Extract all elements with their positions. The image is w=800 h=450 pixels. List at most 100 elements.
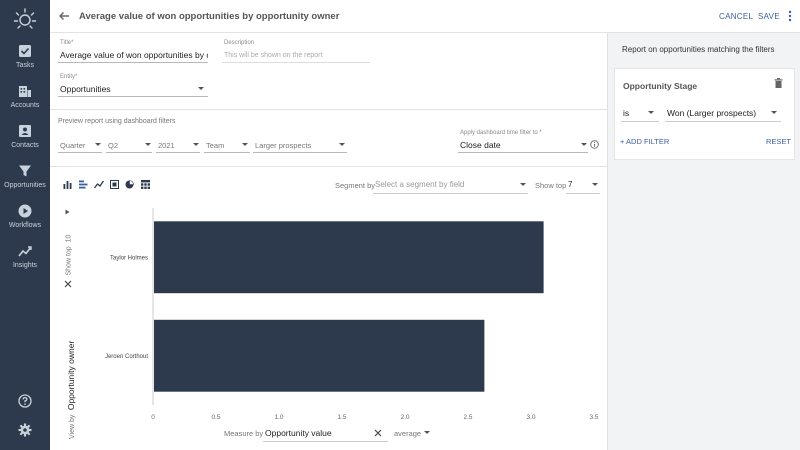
filter-card: Opportunity Stage is Won (Larger prospec…: [614, 68, 795, 160]
view-by-label: View by: [69, 414, 76, 439]
filter-icon: [19, 165, 31, 177]
sidebar-item-opportunities[interactable]: Opportunities: [0, 164, 50, 202]
chevron-down-icon[interactable]: [581, 143, 587, 146]
report-editor: Tasks Accounts Contacts Opportunities Wo…: [0, 0, 800, 450]
header-bar: Average value of won opportunities by op…: [50, 0, 800, 33]
time-filter-label: Apply dashboard time filter to *: [460, 130, 542, 136]
x-tick-label: 0: [151, 414, 155, 421]
chevron-down-icon[interactable]: [242, 143, 248, 146]
chevron-down-icon[interactable]: [592, 183, 598, 186]
sidebar-item-workflows[interactable]: Workflows: [0, 204, 50, 242]
quarter-filter[interactable]: Quarter: [60, 141, 85, 150]
description-input[interactable]: This will be shown on the report: [224, 52, 322, 59]
x-tick-label: 3.5: [589, 414, 598, 421]
show-top-label: Show top: [535, 181, 567, 190]
chevron-down-icon[interactable]: [339, 143, 345, 146]
cancel-button[interactable]: CANCEL: [719, 12, 753, 21]
section-divider: [50, 166, 607, 167]
filter-operator-select[interactable]: is: [623, 108, 629, 118]
sidebar-item-contacts[interactable]: Contacts: [0, 124, 50, 162]
preview-label: Preview report using dashboard filters: [58, 118, 176, 125]
view-by-control[interactable]: View by Opportunity owner: [61, 319, 79, 439]
view-show-top-value: 10: [65, 234, 73, 243]
reset-button[interactable]: RESET: [766, 137, 791, 146]
tasks-icon: [19, 45, 31, 57]
chevron-down-icon[interactable]: [193, 143, 199, 146]
more-options-icon[interactable]: [788, 10, 792, 22]
show-top-select[interactable]: 7: [568, 180, 572, 189]
category-label: Taylor Holmes: [110, 255, 148, 261]
grid-icon[interactable]: [141, 180, 150, 189]
sidebar-item-accounts[interactable]: Accounts: [0, 84, 50, 122]
view-show-top[interactable]: Show top 10: [66, 214, 73, 276]
x-tick-label: 1.0: [274, 414, 283, 421]
period-filter[interactable]: Q2: [108, 141, 118, 150]
filter-underline: [58, 152, 102, 153]
team-filter-type[interactable]: Team: [206, 141, 224, 150]
aggregate-select[interactable]: average: [394, 429, 421, 438]
help-icon: [18, 394, 32, 408]
x-tick-label: 0.5: [211, 414, 220, 421]
sun-logo-icon[interactable]: [13, 7, 37, 31]
chevron-down-icon[interactable]: [424, 431, 430, 434]
filter-underline: [253, 152, 347, 153]
save-button[interactable]: SAVE: [758, 12, 780, 21]
sidebar-item-label: Accounts: [10, 102, 40, 109]
page-title: Average value of won opportunities by op…: [79, 11, 340, 22]
show-top-underline: [566, 193, 600, 194]
filters-panel: Report on opportunities matching the fil…: [607, 33, 800, 450]
sidebar: Tasks Accounts Contacts Opportunities Wo…: [0, 0, 50, 450]
entity-select[interactable]: Opportunities: [60, 84, 111, 94]
chevron-down-icon[interactable]: [520, 183, 526, 186]
team-filter[interactable]: Larger prospects: [255, 141, 311, 150]
time-filter-select[interactable]: Close date: [460, 140, 501, 150]
title-field-label: Title*: [60, 40, 74, 46]
add-filter-button[interactable]: + ADD FILTER: [620, 137, 669, 146]
x-tick-label: 1.5: [337, 414, 346, 421]
segment-by-select[interactable]: Select a segment by field: [375, 180, 464, 189]
segment-underline: [373, 193, 528, 194]
sidebar-item-tasks[interactable]: Tasks: [0, 44, 50, 82]
chevron-down-icon[interactable]: [198, 87, 204, 90]
trash-icon[interactable]: [774, 78, 783, 88]
description-input-underline: [222, 62, 370, 63]
clear-measure-icon[interactable]: [374, 429, 382, 437]
horizontal-bar-icon[interactable]: [79, 180, 88, 189]
insights-icon: [18, 246, 32, 257]
chevron-down-icon[interactable]: [771, 111, 777, 114]
close-icon[interactable]: [64, 280, 72, 288]
filter-value-select[interactable]: Won (Larger prospects): [667, 108, 756, 118]
entity-select-underline: [58, 96, 208, 97]
sidebar-item-insights[interactable]: Insights: [0, 244, 50, 282]
x-tick-label: 3.0: [526, 414, 535, 421]
filter-underline: [106, 152, 152, 153]
bar-chart-icon[interactable]: [63, 180, 72, 189]
pie-chart-icon[interactable]: [125, 180, 134, 189]
table-icon[interactable]: [110, 180, 119, 189]
filter-underline: [204, 152, 250, 153]
sidebar-item-label: Contacts: [11, 142, 39, 149]
settings-button[interactable]: [0, 423, 50, 442]
filter-field-name: Opportunity Stage: [623, 81, 698, 91]
chevron-down-icon[interactable]: [648, 111, 654, 114]
measure-field-select[interactable]: Opportunity value: [265, 428, 332, 438]
sidebar-item-label: Tasks: [16, 62, 34, 69]
chevron-down-icon[interactable]: [95, 143, 101, 146]
info-icon[interactable]: [590, 140, 599, 149]
line-chart-icon[interactable]: [94, 180, 104, 189]
section-divider: [50, 109, 607, 110]
description-field-label: Description: [224, 40, 255, 46]
help-button[interactable]: [0, 394, 50, 413]
title-input[interactable]: Average value of won opportunities by o: [60, 50, 208, 60]
year-filter[interactable]: 2021: [158, 141, 175, 150]
measure-by-label: Measure by: [224, 429, 264, 438]
time-filter-underline: [458, 152, 588, 153]
chevron-down-icon[interactable]: [145, 143, 151, 146]
filter-underline: [156, 152, 200, 153]
back-arrow-icon[interactable]: [58, 10, 70, 22]
x-tick-label: 2.5: [463, 414, 472, 421]
operator-underline: [621, 121, 659, 122]
bar: [154, 221, 544, 294]
segment-by-label: Segment by: [335, 181, 376, 190]
play-icon: [18, 204, 32, 218]
